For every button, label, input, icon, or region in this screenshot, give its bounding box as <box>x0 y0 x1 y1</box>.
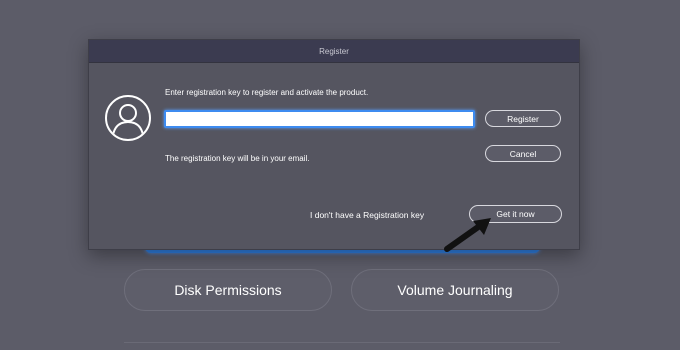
volume-journaling-button[interactable]: Volume Journaling <box>351 269 559 311</box>
divider <box>124 342 560 343</box>
register-button[interactable]: Register <box>485 110 561 127</box>
registration-prompt: Enter registration key to register and a… <box>165 88 369 97</box>
cancel-button-label: Cancel <box>509 148 537 159</box>
email-note: The registration key will be in your ema… <box>165 154 310 163</box>
user-avatar-icon <box>105 95 151 141</box>
volume-journaling-label: Volume Journaling <box>397 282 513 298</box>
disk-permissions-button[interactable]: Disk Permissions <box>124 269 332 311</box>
dialog-titlebar: Register <box>89 40 579 63</box>
registration-key-input[interactable] <box>164 110 475 128</box>
register-button-label: Register <box>507 113 539 124</box>
app-window: Disk Permissions Volume Journaling Regis… <box>0 0 680 350</box>
disk-permissions-label: Disk Permissions <box>174 282 282 298</box>
cancel-button[interactable]: Cancel <box>485 145 561 162</box>
no-key-text: I don't have a Registration key <box>310 210 425 220</box>
arrow-icon <box>444 218 491 252</box>
get-it-now-label: Get it now <box>496 209 535 219</box>
register-dialog: Register Enter registration key to regis… <box>88 39 580 250</box>
dialog-title: Register <box>319 46 349 56</box>
